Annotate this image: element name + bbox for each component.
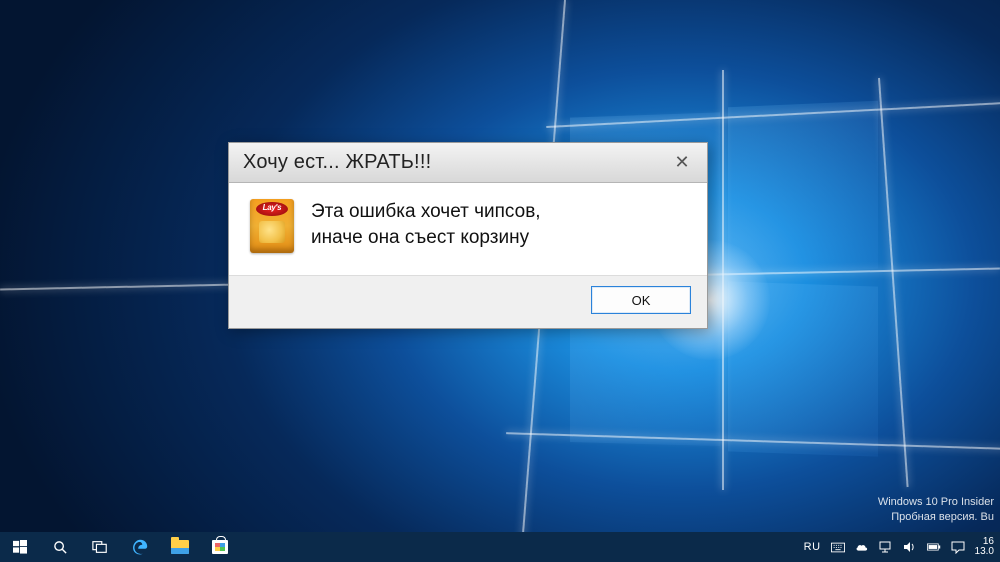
watermark-line1: Windows 10 Pro Insider [878, 495, 994, 509]
watermark-line2: Пробная версия. Bu [878, 510, 994, 524]
desktop-background: Windows 10 Pro Insider Пробная версия. B… [0, 0, 1000, 562]
clock-date: 13.0 [975, 547, 994, 558]
dialog-message-line2: иначе она съест корзину [311, 225, 541, 251]
search-button[interactable] [40, 532, 80, 562]
activation-watermark: Windows 10 Pro Insider Пробная версия. B… [878, 495, 994, 524]
battery-icon[interactable] [927, 540, 941, 554]
file-explorer-button[interactable] [160, 532, 200, 562]
windows-logo-icon [13, 540, 27, 554]
taskbar-left [0, 532, 240, 562]
message-dialog: Хочу ест... ЖРАТЬ!!! ✕ Эта ошибка хочет … [228, 142, 708, 329]
dialog-body: Эта ошибка хочет чипсов, иначе она съест… [229, 183, 707, 275]
taskbar: RU 16 13.0 [0, 532, 1000, 562]
store-button[interactable] [200, 532, 240, 562]
folder-icon [171, 540, 189, 554]
task-view-button[interactable] [80, 532, 120, 562]
close-icon: ✕ [674, 152, 689, 173]
action-center-icon[interactable] [951, 540, 965, 554]
ok-button[interactable]: OK [591, 286, 691, 314]
keyboard-icon[interactable] [831, 540, 845, 554]
ok-button-label: OK [632, 293, 651, 308]
edge-icon [131, 538, 149, 556]
start-button[interactable] [0, 532, 40, 562]
task-view-icon [92, 540, 108, 554]
dialog-footer: OK [229, 275, 707, 328]
edge-browser-button[interactable] [120, 532, 160, 562]
search-icon [53, 540, 68, 555]
taskbar-clock[interactable]: 16 13.0 [975, 537, 994, 558]
dialog-message-line1: Эта ошибка хочет чипсов, [311, 199, 541, 225]
close-button[interactable]: ✕ [661, 147, 703, 179]
taskbar-tray: RU 16 13.0 [794, 532, 1000, 562]
dialog-titlebar[interactable]: Хочу ест... ЖРАТЬ!!! ✕ [229, 143, 707, 183]
chips-bag-icon [250, 199, 294, 253]
volume-icon[interactable] [903, 540, 917, 554]
onedrive-icon[interactable] [855, 540, 869, 554]
dialog-title: Хочу ест... ЖРАТЬ!!! [243, 151, 661, 174]
dialog-message: Эта ошибка хочет чипсов, иначе она съест… [311, 199, 541, 250]
store-icon [212, 540, 228, 554]
language-indicator[interactable]: RU [804, 541, 821, 553]
network-icon[interactable] [879, 540, 893, 554]
